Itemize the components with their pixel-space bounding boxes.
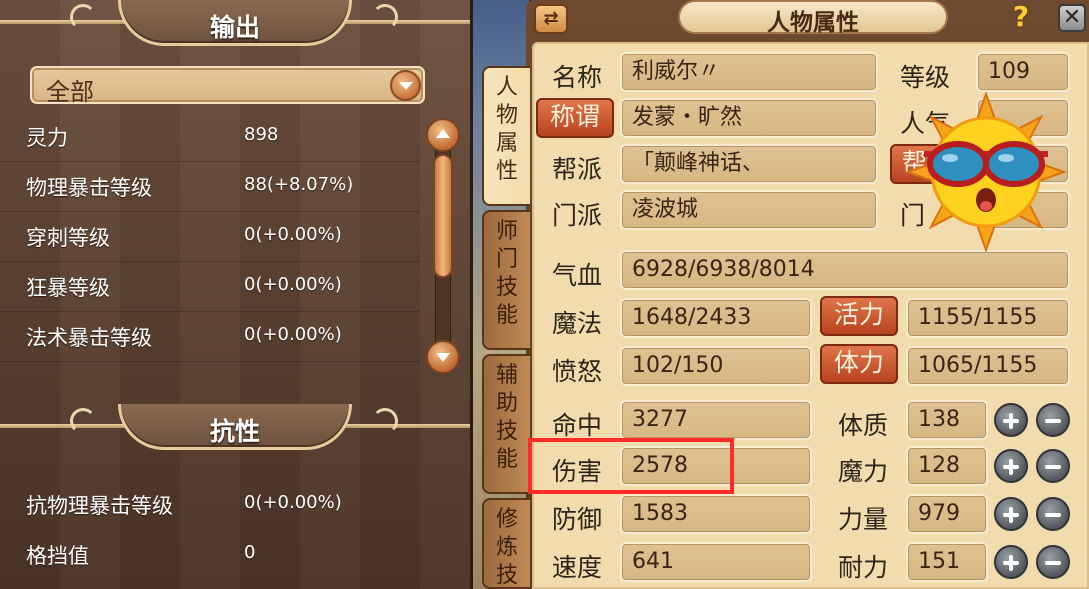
swirl-ornament-icon: [70, 408, 96, 434]
magic-field: 128: [906, 446, 988, 486]
scrollbar-thumb[interactable]: [433, 154, 453, 278]
accuracy-field: 3277: [620, 400, 812, 440]
scroll-up-icon[interactable]: [426, 118, 460, 152]
name-label: 名称: [552, 63, 603, 92]
stat-name: 狂暴等级: [26, 276, 110, 300]
stats-scrollbar[interactable]: [425, 118, 461, 374]
endurance-field: 151: [906, 542, 988, 582]
hp-field: 6928/6938/8014: [620, 250, 1070, 290]
strength-plus-icon[interactable]: [994, 497, 1028, 531]
stat-name: 抗物理暴击等级: [26, 494, 173, 518]
speed-label: 速度: [552, 553, 603, 582]
stat-name: 格挡值: [26, 544, 89, 568]
constitution-minus-icon[interactable]: [1036, 403, 1070, 437]
stat-value: 0(+0.00%): [244, 492, 342, 513]
strength-minus-icon[interactable]: [1036, 497, 1070, 531]
damage-highlight-box: [528, 438, 734, 494]
window-title: 人物属性: [767, 10, 859, 36]
tab-cultivation-skills[interactable]: 修炼技: [482, 498, 530, 589]
endurance-label: 耐力: [838, 553, 889, 582]
stat-name: 灵力: [26, 126, 68, 150]
hp-label: 气血: [552, 261, 603, 290]
output-stats-panel: 输出 全部 灵力 898 物理暴击等级 88(+8.07%) 穿刺等级 0(+0…: [0, 0, 473, 589]
accuracy-label: 命中: [552, 411, 603, 440]
endurance-minus-icon[interactable]: [1036, 545, 1070, 579]
defense-label: 防御: [552, 505, 603, 534]
tab-label: 人物属性: [495, 75, 518, 184]
chevron-down-icon[interactable]: [390, 70, 421, 101]
stat-value: 0(+0.00%): [244, 324, 342, 345]
school-label: 门派: [552, 201, 603, 230]
speed-field: 641: [620, 542, 812, 582]
stat-value: 0: [244, 542, 256, 563]
stat-row-pierce: 穿刺等级 0(+0.00%): [0, 212, 420, 262]
stat-value: 898: [244, 124, 279, 145]
stat-row-phys-crit: 物理暴击等级 88(+8.07%): [0, 162, 420, 212]
constitution-field: 138: [906, 400, 988, 440]
stat-row-anti-phys-crit: 抗物理暴击等级 0(+0.00%): [0, 480, 420, 530]
help-icon[interactable]: ?: [1008, 0, 1034, 33]
stat-name: 穿刺等级: [26, 226, 110, 250]
tab-support-skills[interactable]: 辅助技能: [482, 354, 530, 494]
mp-field: 1648/2433: [620, 298, 812, 338]
resist-section-title: 抗性: [209, 417, 260, 446]
scroll-down-icon[interactable]: [426, 340, 460, 374]
output-section-header: 输出: [0, 0, 470, 46]
gang-field: 「颠峰神话、: [620, 144, 878, 184]
rage-field: 102/150: [620, 346, 812, 386]
level-field: 109: [976, 52, 1070, 92]
gang-label: 帮派: [552, 155, 603, 184]
name-field: 利威尔〃: [620, 52, 878, 92]
swirl-ornament-icon: [70, 4, 96, 30]
tab-label: 修炼技: [495, 507, 518, 588]
title-field: 发蒙・旷然: [620, 98, 878, 138]
defense-field: 1583: [620, 494, 812, 534]
magic-minus-icon[interactable]: [1036, 449, 1070, 483]
stat-row-block-value: 格挡值 0: [0, 530, 420, 580]
endurance-plus-icon[interactable]: [994, 545, 1028, 579]
stat-value: 0(+0.00%): [244, 274, 342, 295]
stat-value: 0(+0.00%): [244, 224, 342, 245]
tab-label: 辅助技能: [495, 363, 518, 472]
close-icon[interactable]: ✕: [1058, 4, 1086, 32]
stat-row-spirit-power: 灵力 898: [0, 112, 420, 162]
stamina-field: 1065/1155: [906, 346, 1070, 386]
stat-name: 物理暴击等级: [26, 176, 152, 200]
sun-with-sunglasses-icon: [906, 92, 1066, 252]
tab-school-skills[interactable]: 师门技能: [482, 210, 530, 350]
stamina-button[interactable]: 体力: [820, 344, 898, 384]
swap-icon[interactable]: ⇄: [534, 4, 568, 34]
strength-field: 979: [906, 494, 988, 534]
magic-label: 魔力: [838, 457, 889, 486]
strength-label: 力量: [838, 505, 889, 534]
tab-character-attributes[interactable]: 人物属性: [482, 66, 530, 206]
stat-name: 法术暴击等级: [26, 326, 152, 350]
tab-label: 师门技能: [495, 219, 518, 328]
stat-value: 88(+8.07%): [244, 174, 354, 195]
title-button[interactable]: 称谓: [536, 98, 614, 138]
school-field: 凌波城: [620, 190, 878, 230]
constitution-label: 体质: [838, 411, 889, 440]
rage-label: 愤怒: [552, 357, 603, 386]
level-label: 等级: [900, 63, 951, 92]
constitution-plus-icon[interactable]: [994, 403, 1028, 437]
magic-plus-icon[interactable]: [994, 449, 1028, 483]
stat-row-magic-crit: 法术暴击等级 0(+0.00%): [0, 312, 420, 362]
output-section-title: 输出: [209, 13, 260, 42]
swirl-ornament-icon: [372, 4, 398, 30]
filter-selected-value: 全部: [46, 78, 94, 106]
resist-section-header: 抗性: [0, 404, 470, 450]
vitality-button[interactable]: 活力: [820, 296, 898, 336]
stat-filter-dropdown[interactable]: 全部: [30, 66, 425, 106]
stat-row-frenzy: 狂暴等级 0(+0.00%): [0, 262, 420, 312]
mp-label: 魔法: [552, 309, 603, 338]
vitality-field: 1155/1155: [906, 298, 1070, 338]
swirl-ornament-icon: [372, 408, 398, 434]
